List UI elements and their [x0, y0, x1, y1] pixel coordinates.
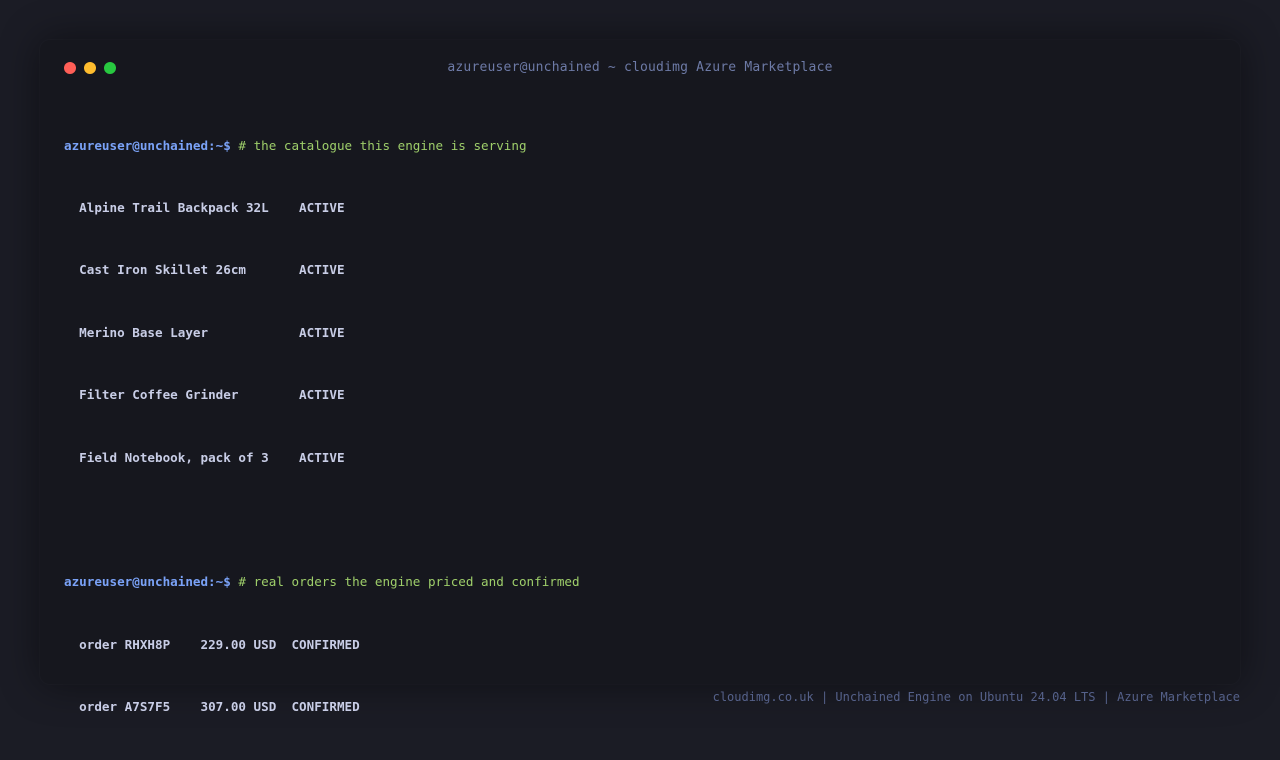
- catalogue-row: Merino Base Layer ACTIVE: [79, 324, 345, 340]
- terminal-output[interactable]: azureuser@unchained:~$ # the catalogue t…: [64, 94, 1216, 760]
- command-line: azureuser@unchained:~$ # real orders the…: [64, 572, 1216, 593]
- footer-text: cloudimg.co.uk | Unchained Engine on Ubu…: [712, 690, 1240, 704]
- terminal-window: azureuser@unchained ~ cloudimg Azure Mar…: [40, 40, 1240, 714]
- command-line: azureuser@unchained:~$ # the catalogue t…: [64, 136, 1216, 157]
- order-row: order RHXH8P 229.00 USD CONFIRMED: [79, 636, 360, 652]
- catalogue-row: Alpine Trail Backpack 32L ACTIVE: [79, 199, 345, 215]
- shell-prompt: azureuser@unchained:~$: [64, 574, 231, 590]
- shell-prompt: azureuser@unchained:~$: [64, 137, 231, 153]
- command-comment: # real orders the engine priced and conf…: [238, 574, 580, 590]
- catalogue-row: Filter Coffee Grinder ACTIVE: [79, 387, 345, 403]
- command-comment: # the catalogue this engine is serving: [238, 137, 527, 153]
- title-bar: azureuser@unchained ~ cloudimg Azure Mar…: [40, 40, 1240, 96]
- catalogue-row: Field Notebook, pack of 3 ACTIVE: [79, 449, 345, 465]
- window-title: azureuser@unchained ~ cloudimg Azure Mar…: [447, 60, 833, 75]
- catalogue-row: Cast Iron Skillet 26cm ACTIVE: [79, 262, 345, 278]
